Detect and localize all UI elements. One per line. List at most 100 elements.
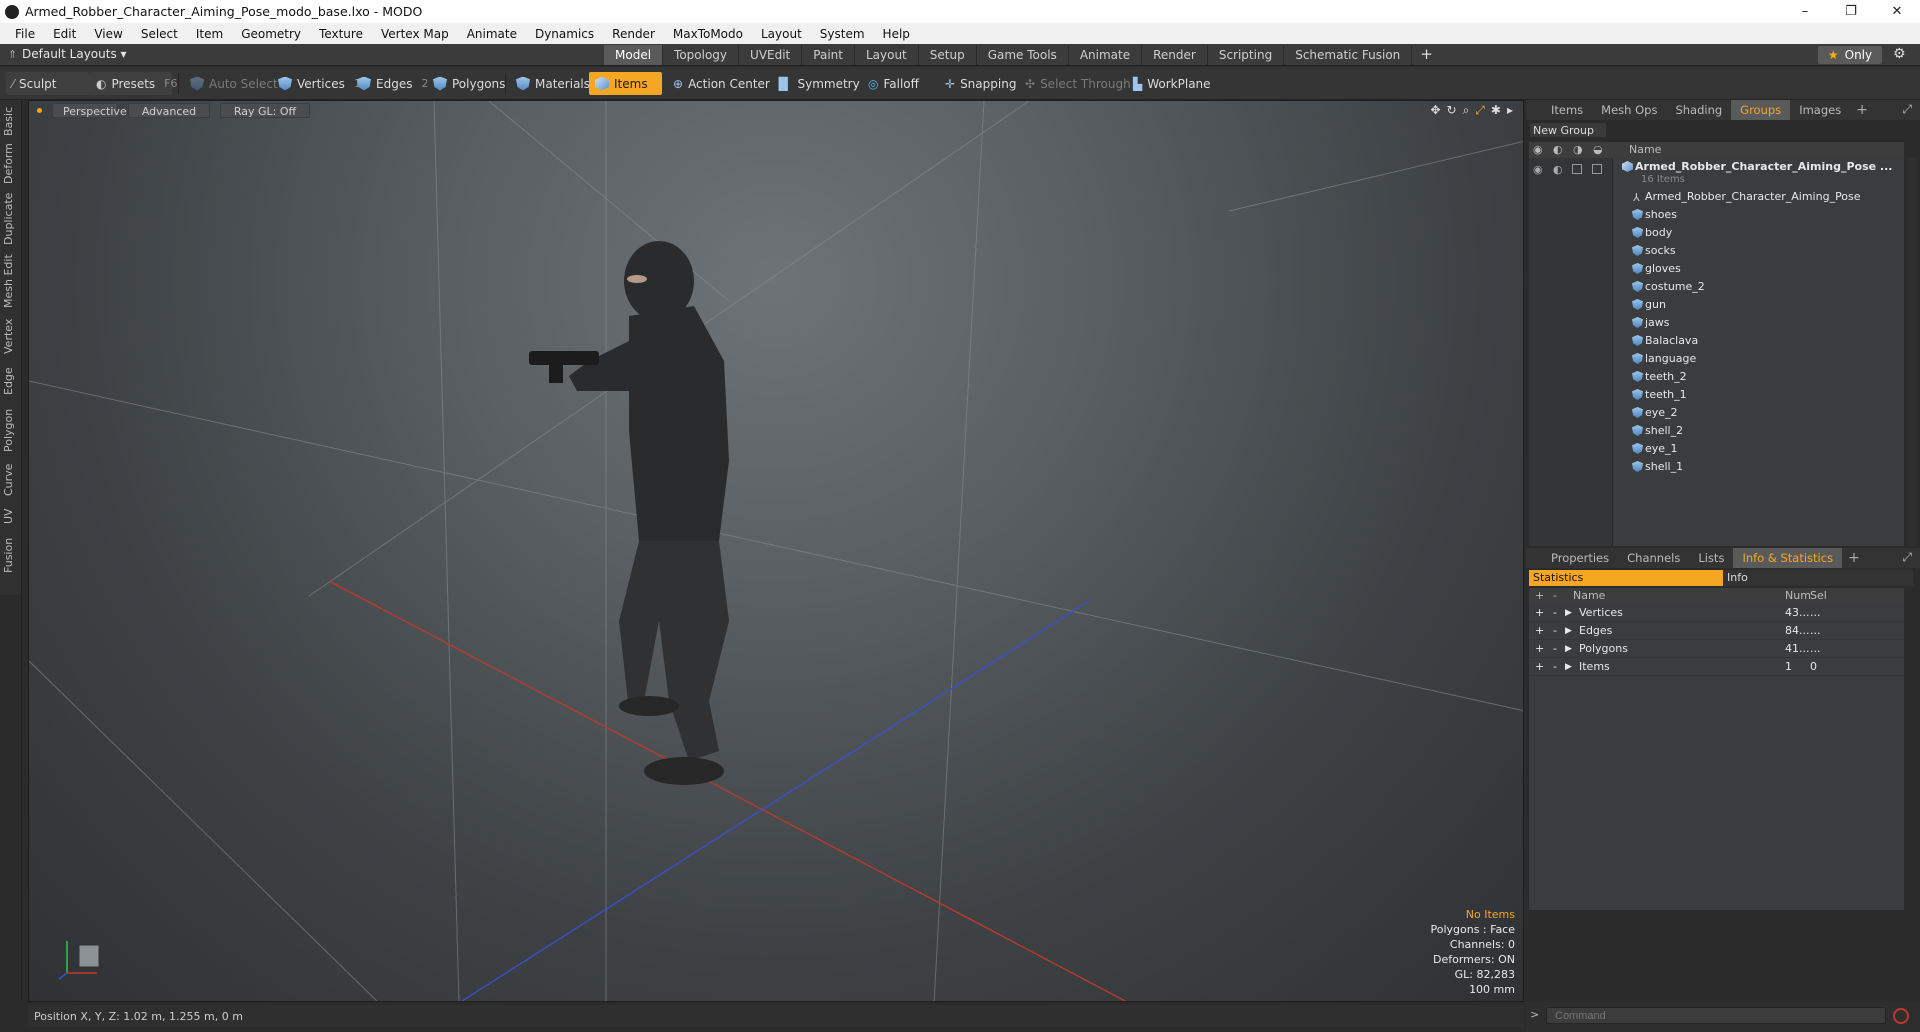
menu-edit[interactable]: Edit [44, 27, 85, 41]
tab-game-tools[interactable]: Game Tools [977, 45, 1069, 65]
remove-icon[interactable]: - [1553, 660, 1557, 673]
tab-setup[interactable]: Setup [919, 45, 977, 65]
expand-all-icon[interactable]: + [1535, 589, 1544, 602]
falloff-button[interactable]: ◎ Falloff [862, 72, 925, 95]
vtab-duplicate[interactable]: Duplicate [2, 192, 20, 246]
vtab-deform[interactable]: Deform [2, 143, 20, 184]
menu-animate[interactable]: Animate [458, 27, 526, 41]
tab-mesh-ops[interactable]: Mesh Ops [1592, 100, 1666, 120]
tab-topology[interactable]: Topology [663, 45, 740, 65]
tab-layout[interactable]: Layout [855, 45, 919, 65]
list-item[interactable]: teeth_1 [1529, 386, 1904, 404]
tab-images[interactable]: Images [1790, 100, 1850, 120]
viewport-menu-dot-icon[interactable] [37, 108, 42, 113]
polygons-button[interactable]: Polygons [427, 72, 511, 95]
tab-items[interactable]: Items [1542, 100, 1592, 120]
add-icon[interactable]: + [1535, 606, 1544, 619]
remove-icon[interactable]: - [1553, 642, 1557, 655]
add-tab-icon[interactable]: + [1850, 102, 1874, 118]
only-button[interactable]: ★ Only [1818, 46, 1882, 64]
items-button[interactable]: Items [589, 72, 662, 95]
list-item[interactable]: gloves [1529, 260, 1904, 278]
add-icon[interactable]: + [1535, 624, 1544, 637]
menu-help[interactable]: Help [874, 27, 919, 41]
menu-system[interactable]: System [811, 27, 874, 41]
stop-icon[interactable] [1893, 1008, 1909, 1024]
menu-texture[interactable]: Texture [310, 27, 372, 41]
vtab-edge[interactable]: Edge [2, 364, 20, 398]
gear-icon[interactable]: ⚙ [1893, 46, 1906, 62]
command-input[interactable] [1546, 1007, 1886, 1024]
minimize-button[interactable]: – [1782, 0, 1828, 23]
list-item[interactable]: gun [1529, 296, 1904, 314]
list-item[interactable]: eye_1 [1529, 440, 1904, 458]
vtab-vertex[interactable]: Vertex [2, 316, 20, 356]
menu-vertex-map[interactable]: Vertex Map [372, 27, 458, 41]
tab-lists[interactable]: Lists [1689, 548, 1733, 568]
new-group-button[interactable]: New Group [1529, 122, 1607, 138]
raygl-button[interactable]: Ray GL: Off [220, 103, 310, 118]
select-through-button[interactable]: ✣ Select Through [1019, 72, 1137, 95]
tab-paint[interactable]: Paint [802, 45, 855, 65]
list-item[interactable]: eye_2 [1529, 404, 1904, 422]
tab-animate[interactable]: Animate [1069, 45, 1143, 65]
menu-layout[interactable]: Layout [752, 27, 811, 41]
menu-file[interactable]: File [6, 27, 44, 41]
fit-icon[interactable]: ⤢ [1475, 103, 1485, 118]
tab-schematic-fusion[interactable]: Schematic Fusion [1284, 45, 1413, 65]
list-item[interactable]: ⅄ Armed_Robber_Character_Aiming_Pose [1529, 188, 1904, 206]
symmetry-button[interactable]: ▐▌ Symmetry [768, 72, 866, 95]
auto-select-button[interactable]: Auto Select [184, 72, 284, 95]
expand-arrow-icon[interactable]: ▶ [1565, 644, 1572, 654]
zoom-icon[interactable]: ⌕ [1463, 103, 1470, 118]
expand-arrow-icon[interactable]: ▶ [1565, 626, 1572, 636]
list-item[interactable]: shell_1 [1529, 458, 1904, 476]
tab-info-statistics[interactable]: Info & Statistics [1733, 548, 1843, 568]
add-tab-icon[interactable]: + [1412, 45, 1441, 65]
expand-icon[interactable]: ▸ [1507, 103, 1513, 118]
table-row[interactable]: + - ▶ Vertices 43... ... [1529, 604, 1904, 622]
tab-shading[interactable]: Shading [1666, 100, 1731, 120]
list-item[interactable]: shoes [1529, 206, 1904, 224]
list-item[interactable]: language [1529, 350, 1904, 368]
list-item[interactable]: body [1529, 224, 1904, 242]
table-row[interactable]: + - ▶ Polygons 41... ... [1529, 640, 1904, 658]
rotate-icon[interactable]: ↻ [1447, 103, 1457, 118]
sculpt-button[interactable]: ⁄ Sculpt [6, 72, 90, 95]
vtab-polygon[interactable]: Polygon [2, 406, 20, 454]
tab-uvedit[interactable]: UVEdit [739, 45, 803, 65]
workplane-button[interactable]: ▙ WorkPlane [1127, 72, 1217, 95]
expand-arrow-icon[interactable]: ▶ [1565, 662, 1572, 672]
3d-viewport[interactable]: Perspective Advanced Ray GL: Off ✥ ↻ ⌕ ⤢… [28, 100, 1524, 1002]
add-tab-icon[interactable]: + [1842, 550, 1866, 566]
list-item[interactable]: Balaclava [1529, 332, 1904, 350]
subtab-statistics[interactable]: Statistics [1529, 570, 1723, 586]
snapping-button[interactable]: ✛ Snapping [939, 72, 1022, 95]
menu-render[interactable]: Render [603, 27, 664, 41]
table-row[interactable]: + - ▶ Edges 84... ... [1529, 622, 1904, 640]
view-mode-button[interactable]: Perspective [52, 103, 127, 118]
add-icon[interactable]: + [1535, 660, 1544, 673]
table-row[interactable]: + - ▶ Items 1 0 [1529, 658, 1904, 676]
expand-panel-icon[interactable]: ⤢ [1902, 102, 1912, 117]
expand-arrow-icon[interactable]: ▶ [1565, 608, 1572, 618]
vtab-uv[interactable]: UV [2, 504, 20, 528]
remove-icon[interactable]: - [1553, 624, 1557, 637]
remove-icon[interactable]: - [1553, 606, 1557, 619]
menu-item[interactable]: Item [187, 27, 232, 41]
shading-mode-button[interactable]: Advanced [128, 103, 210, 118]
presets-button[interactable]: ◐ Presets F6 [90, 72, 177, 95]
add-icon[interactable]: + [1535, 642, 1544, 655]
menu-view[interactable]: View [85, 27, 131, 41]
action-center-button[interactable]: ⊕ Action Center [667, 72, 776, 95]
collapse-all-icon[interactable]: - [1553, 589, 1557, 602]
maximize-button[interactable]: ❐ [1828, 0, 1874, 23]
list-item[interactable]: jaws [1529, 314, 1904, 332]
tab-groups[interactable]: Groups [1731, 100, 1791, 120]
list-item[interactable]: costume_2 [1529, 278, 1904, 296]
vtab-basic[interactable]: Basic [2, 104, 20, 138]
tab-scripting[interactable]: Scripting [1208, 45, 1285, 65]
expand-panel-icon[interactable]: ⤢ [1902, 550, 1912, 565]
layout-selector[interactable]: Default Layouts ▾ [22, 47, 127, 61]
menu-select[interactable]: Select [132, 27, 187, 41]
